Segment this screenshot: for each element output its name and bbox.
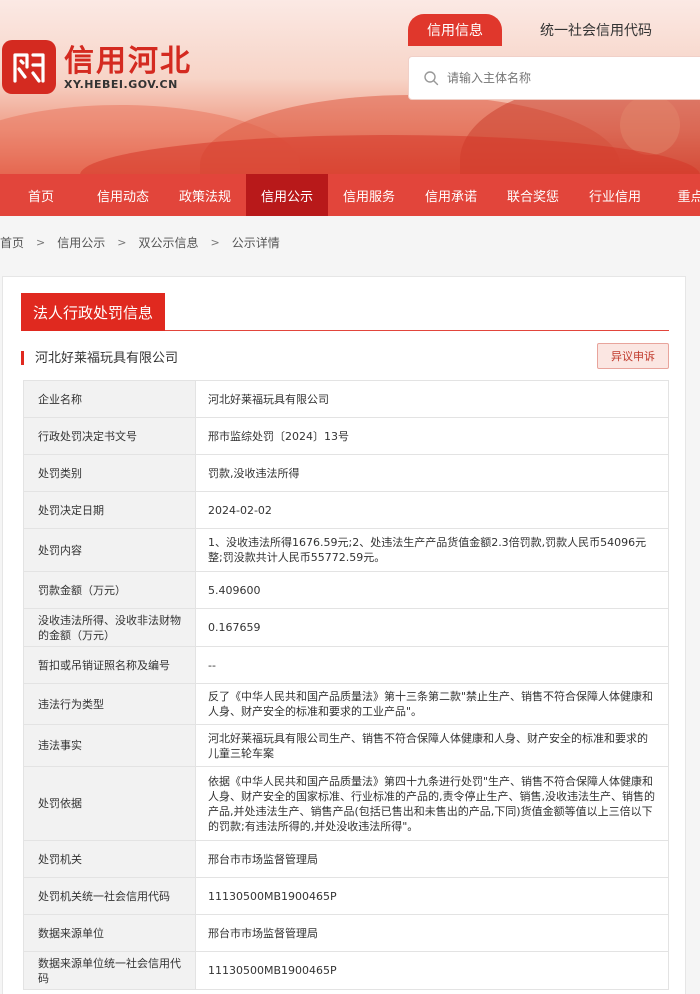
field-label: 没收违法所得、没收非法财物的金额（万元） xyxy=(23,608,196,647)
field-value: 11130500MB1900465P xyxy=(195,877,669,915)
chevron-right-icon: > xyxy=(117,235,127,249)
field-value: 邢市监综处罚〔2024〕13号 xyxy=(195,417,669,455)
nav-joint-reward[interactable]: 联合奖惩 xyxy=(492,174,574,216)
field-label: 处罚决定日期 xyxy=(23,491,196,529)
field-value: 反了《中华人民共和国产品质量法》第十三条第二款"禁止生产、销售不符合保障人体健康… xyxy=(195,683,669,725)
table-row: 罚款金额（万元） 5.409600 xyxy=(23,571,669,609)
field-value: 5.409600 xyxy=(195,571,669,609)
site-logo-icon[interactable] xyxy=(2,40,56,94)
field-value: 邢台市市场监督管理局 xyxy=(195,840,669,878)
field-label: 处罚依据 xyxy=(23,766,196,841)
table-row: 没收违法所得、没收非法财物的金额（万元） 0.167659 xyxy=(23,608,669,647)
field-value: 邢台市市场监督管理局 xyxy=(195,914,669,952)
field-value: 河北好莱福玩具有限公司 xyxy=(195,380,669,418)
nav-credit-commitment[interactable]: 信用承诺 xyxy=(410,174,492,216)
nav-credit-publicity[interactable]: 信用公示 xyxy=(246,174,328,216)
field-label: 行政处罚决定书文号 xyxy=(23,417,196,455)
field-value: 罚款,没收违法所得 xyxy=(195,454,669,492)
table-row: 企业名称 河北好莱福玩具有限公司 xyxy=(23,380,669,418)
field-value: 1、没收违法所得1676.59元;2、处违法生产产品货值金额2.3倍罚款,罚款人… xyxy=(195,528,669,572)
field-label: 处罚内容 xyxy=(23,528,196,572)
table-row: 暂扣或吊销证照名称及编号 -- xyxy=(23,646,669,684)
field-label: 罚款金额（万元） xyxy=(23,571,196,609)
search-input[interactable] xyxy=(447,71,647,85)
breadcrumb-double-publicity[interactable]: 双公示信息 xyxy=(138,234,198,251)
nav-key-areas[interactable]: 重点领 xyxy=(656,174,700,216)
field-label: 违法行为类型 xyxy=(23,683,196,725)
section-header: 法人行政处罚信息 xyxy=(21,293,669,331)
nav-industry-credit[interactable]: 行业信用 xyxy=(574,174,656,216)
table-row: 处罚机关统一社会信用代码 11130500MB1900465P xyxy=(23,877,669,915)
table-row: 处罚决定日期 2024-02-02 xyxy=(23,491,669,529)
nav-policy[interactable]: 政策法规 xyxy=(164,174,246,216)
field-label: 数据来源单位 xyxy=(23,914,196,952)
detail-panel: 法人行政处罚信息 河北好莱福玩具有限公司 异议申诉 企业名称 河北好莱福玩具有限公… xyxy=(2,276,686,994)
field-value: 0.167659 xyxy=(195,608,669,647)
field-value: 依据《中华人民共和国产品质量法》第四十九条进行处罚"生产、销售不符合保障人体健康… xyxy=(195,766,669,841)
field-value: 11130500MB1900465P xyxy=(195,951,669,990)
field-label: 数据来源单位统一社会信用代码 xyxy=(23,951,196,990)
field-value: -- xyxy=(195,646,669,684)
field-label: 处罚机关统一社会信用代码 xyxy=(23,877,196,915)
appeal-button[interactable]: 异议申诉 xyxy=(597,343,669,369)
table-row: 违法事实 河北好莱福玩具有限公司生产、销售不符合保障人体健康和人身、财产安全的标准… xyxy=(23,724,669,767)
field-value: 2024-02-02 xyxy=(195,491,669,529)
table-row: 处罚类别 罚款,没收违法所得 xyxy=(23,454,669,492)
tab-credit-code[interactable]: 统一社会信用代码 xyxy=(540,14,652,46)
company-marker xyxy=(21,351,24,365)
table-row: 处罚依据 依据《中华人民共和国产品质量法》第四十九条进行处罚"生产、销售不符合保障… xyxy=(23,766,669,841)
field-label: 违法事实 xyxy=(23,724,196,767)
tab-credit-info[interactable]: 信用信息 xyxy=(408,14,502,46)
site-title[interactable]: 信用河北 xyxy=(64,36,192,80)
table-row: 处罚机关 邢台市市场监督管理局 xyxy=(23,840,669,878)
table-row: 行政处罚决定书文号 邢市监综处罚〔2024〕13号 xyxy=(23,417,669,455)
chevron-right-icon: > xyxy=(210,235,220,249)
company-row: 河北好莱福玩具有限公司 异议申诉 xyxy=(21,343,669,371)
field-label: 处罚类别 xyxy=(23,454,196,492)
table-row: 数据来源单位统一社会信用代码 11130500MB1900465P xyxy=(23,951,669,990)
breadcrumb-credit-publicity[interactable]: 信用公示 xyxy=(57,234,105,251)
penalty-info-table: 企业名称 河北好莱福玩具有限公司 行政处罚决定书文号 邢市监综处罚〔2024〕13号… xyxy=(23,380,669,990)
table-row: 违法行为类型 反了《中华人民共和国产品质量法》第十三条第二款"禁止生产、销售不符合… xyxy=(23,683,669,725)
nav-credit-service[interactable]: 信用服务 xyxy=(328,174,410,216)
site-header: 信用河北 XY.HEBEI.GOV.CN 信用信息 统一社会信用代码 xyxy=(0,0,700,174)
field-value: 河北好莱福玩具有限公司生产、销售不符合保障人体健康和人身、财产安全的标准和要求的… xyxy=(195,724,669,767)
main-nav: 首页 信用动态 政策法规 信用公示 信用服务 信用承诺 联合奖惩 行业信用 重点… xyxy=(0,174,700,216)
section-title: 法人行政处罚信息 xyxy=(21,293,166,331)
field-label: 处罚机关 xyxy=(23,840,196,878)
table-row: 处罚内容 1、没收违法所得1676.59元;2、处违法生产产品货值金额2.3倍罚款… xyxy=(23,528,669,572)
chevron-right-icon: > xyxy=(36,235,46,249)
site-url: XY.HEBEI.GOV.CN xyxy=(64,78,178,91)
breadcrumb-home[interactable]: 首页 xyxy=(0,234,24,251)
table-row: 数据来源单位 邢台市市场监督管理局 xyxy=(23,914,669,952)
nav-credit-news[interactable]: 信用动态 xyxy=(82,174,164,216)
field-label: 暂扣或吊销证照名称及编号 xyxy=(23,646,196,684)
search-icon xyxy=(424,71,439,86)
search-box[interactable] xyxy=(408,56,700,100)
company-name: 河北好莱福玩具有限公司 xyxy=(35,351,179,366)
nav-home[interactable]: 首页 xyxy=(0,174,82,216)
breadcrumb: 首页 > 信用公示 > 双公示信息 > 公示详情 xyxy=(0,232,280,252)
field-label: 企业名称 xyxy=(23,380,196,418)
breadcrumb-detail: 公示详情 xyxy=(231,235,280,250)
